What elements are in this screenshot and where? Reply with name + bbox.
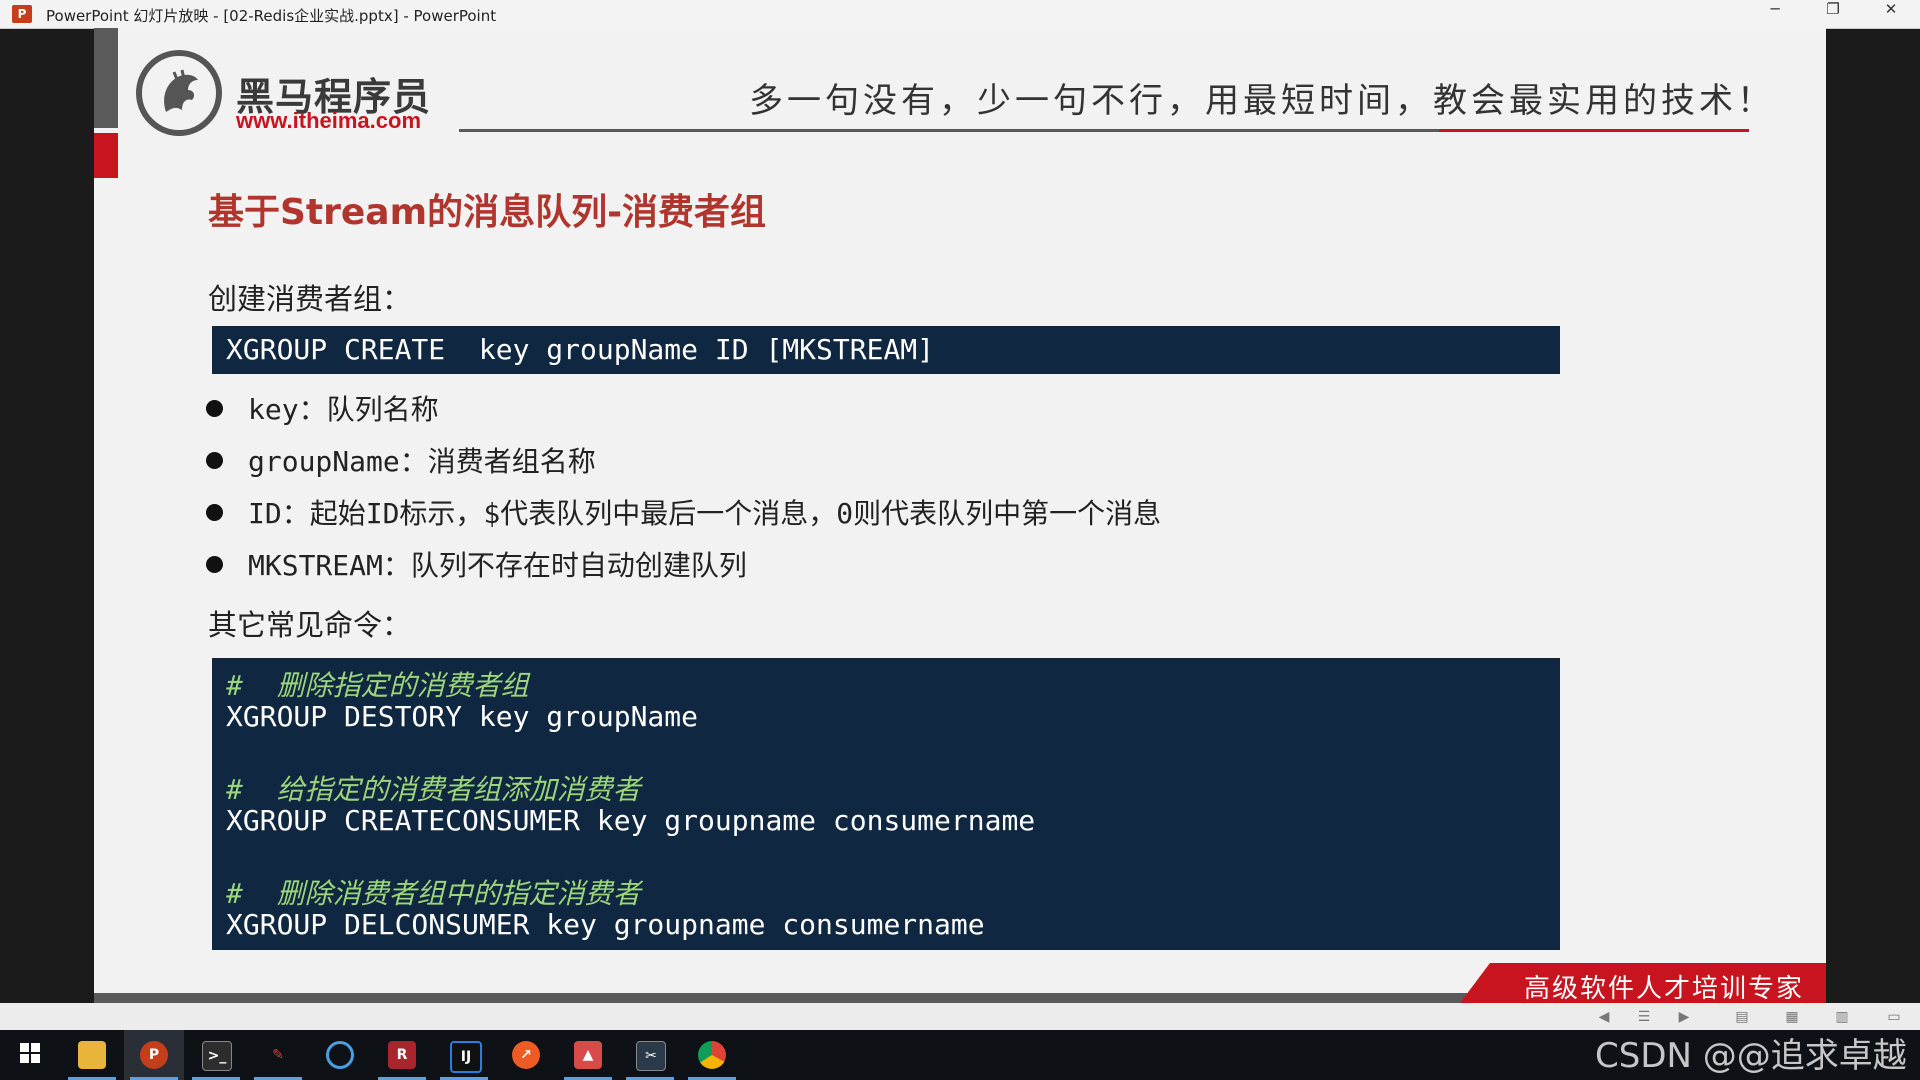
- bullet-dot-icon: [206, 556, 223, 573]
- side-accent-red: [94, 133, 118, 178]
- taskbar-intellij[interactable]: IJ: [434, 1030, 494, 1080]
- watermark: CSDN @@追求卓越: [1595, 1036, 1907, 1076]
- slide-notes-icon[interactable]: ☰: [1634, 1007, 1654, 1027]
- chrome-icon: [698, 1041, 726, 1069]
- previous-slide-icon[interactable]: ◀: [1594, 1007, 1614, 1027]
- other-commands-box: # 删除指定的消费者组 XGROUP DESTORY key groupName…: [212, 658, 1560, 950]
- intellij-icon: IJ: [450, 1041, 482, 1073]
- side-accent-gray: [94, 28, 118, 128]
- code-command: XGROUP DELCONSUMER key groupname consume…: [226, 908, 985, 941]
- taskbar-chrome[interactable]: [682, 1030, 742, 1080]
- powerpoint-icon: P: [140, 1041, 168, 1069]
- create-group-label: 创建消费者组：: [208, 282, 412, 316]
- paint-icon: ▲: [574, 1041, 602, 1069]
- taskbar-terminal[interactable]: >_: [186, 1030, 246, 1080]
- browser-icon: [326, 1041, 354, 1069]
- taskbar-paint-app[interactable]: ▲: [558, 1030, 618, 1080]
- taskbar-redis-desktop[interactable]: R: [372, 1030, 432, 1080]
- code-command: XGROUP DESTORY key groupName: [226, 700, 699, 733]
- slideshow-view-icon[interactable]: ▭: [1884, 1007, 1904, 1027]
- bullet-dot-icon: [206, 452, 223, 469]
- reading-view-icon[interactable]: ▥: [1832, 1007, 1852, 1027]
- normal-view-icon[interactable]: ▤: [1732, 1007, 1752, 1027]
- slide[interactable]: 黑马程序员 www.itheima.com 多一句没有，少一句不行，用最短时间，…: [94, 28, 1826, 1003]
- slogan: 多一句没有，少一句不行，用最短时间，教会最实用的技术！: [749, 81, 1775, 121]
- horse-logo-icon: [136, 50, 222, 136]
- taskbar-browser-app[interactable]: [310, 1030, 370, 1080]
- start-button[interactable]: [0, 1030, 60, 1080]
- logo-url: www.itheima.com: [236, 108, 422, 133]
- slideshow-control-strip: ◀ ☰ ▶ ▤ ▦ ▥ ▭: [0, 1003, 1920, 1030]
- bullet-text: groupName：消费者组名称: [248, 445, 596, 478]
- header-divider-accent: [1439, 129, 1749, 132]
- taskbar-file-explorer[interactable]: [62, 1030, 122, 1080]
- folder-icon: [78, 1041, 106, 1069]
- screen-tool-icon: ✂: [636, 1041, 666, 1071]
- other-commands-label: 其它常见命令：: [208, 608, 412, 642]
- code-command: XGROUP CREATECONSUMER key groupname cons…: [226, 804, 1036, 837]
- bullet-dot-icon: [206, 400, 223, 417]
- code-comment: # 删除消费者组中的指定消费者: [226, 877, 641, 910]
- code-comment: # 删除指定的消费者组: [226, 669, 529, 702]
- terminal-icon: >_: [202, 1041, 232, 1071]
- bullet-text: ID：起始ID标示，$代表队列中最后一个消息，0则代表队列中第一个消息: [248, 497, 1162, 530]
- restore-button[interactable]: ❐: [1804, 0, 1862, 28]
- postman-icon: ↗: [512, 1041, 540, 1069]
- pen-icon: ✎: [272, 1047, 284, 1063]
- taskbar-screen-tool[interactable]: ✂: [620, 1030, 680, 1080]
- close-button[interactable]: ✕: [1862, 0, 1920, 28]
- bullet-dot-icon: [206, 504, 223, 521]
- powerpoint-icon: P: [12, 5, 32, 23]
- slide-sorter-icon[interactable]: ▦: [1782, 1007, 1802, 1027]
- bullet-text: key：队列名称: [248, 393, 439, 426]
- redis-icon: R: [388, 1041, 416, 1069]
- taskbar-pen-app[interactable]: ✎: [248, 1030, 308, 1080]
- taskbar-postman[interactable]: ↗: [496, 1030, 556, 1080]
- windows-logo-icon: [16, 1041, 44, 1069]
- window-title: PowerPoint 幻灯片放映 - [02-Redis企业实战.pptx] -…: [46, 7, 497, 25]
- minimize-button[interactable]: ─: [1746, 0, 1804, 28]
- window-title-bar: P PowerPoint 幻灯片放映 - [02-Redis企业实战.pptx]…: [0, 0, 1920, 29]
- taskbar-powerpoint[interactable]: P: [124, 1030, 184, 1080]
- footer-banner-text: 高级软件人才培训专家: [1524, 974, 1805, 1003]
- slide-title: 基于Stream的消息队列-消费者组: [208, 192, 767, 233]
- bullet-text: MKSTREAM：队列不存在时自动创建队列: [248, 549, 747, 582]
- create-command-box: XGROUP CREATE key groupName ID [MKSTREAM…: [212, 326, 1560, 374]
- next-slide-icon[interactable]: ▶: [1674, 1007, 1694, 1027]
- create-command: XGROUP CREATE key groupName ID [MKSTREAM…: [226, 333, 935, 366]
- code-comment: # 给指定的消费者组添加消费者: [226, 773, 641, 806]
